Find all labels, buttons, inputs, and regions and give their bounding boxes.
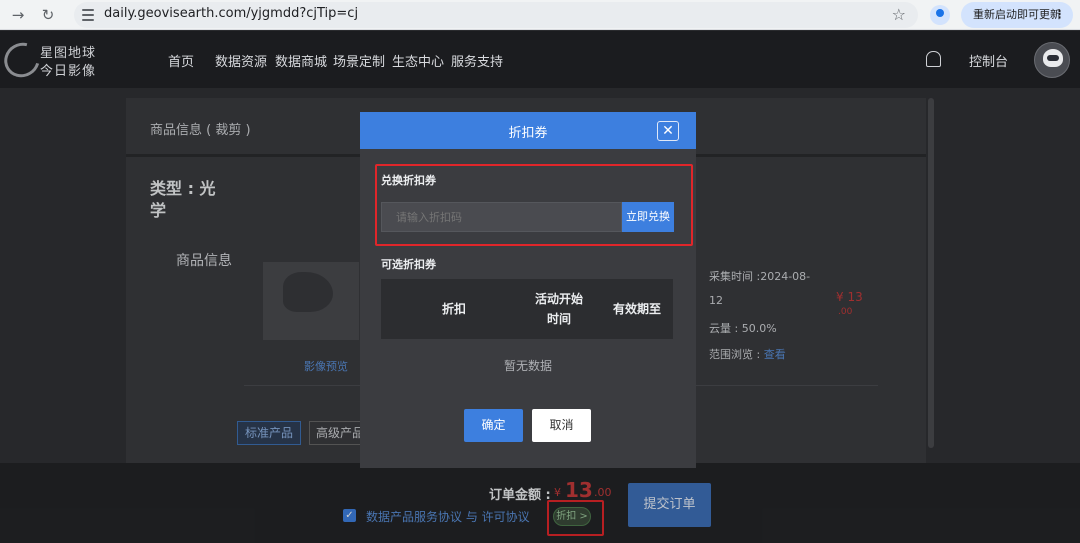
nav-ecosystem[interactable]: 生态中心 bbox=[392, 51, 444, 70]
address-bar[interactable]: daily.geovisearth.com/yjgmdd?cjTip=cj ☆ bbox=[74, 2, 918, 28]
console-link[interactable]: 控制台 bbox=[969, 51, 1008, 70]
logo-text-line2: 今日影像 bbox=[40, 64, 97, 79]
column-header-start-time: 活动开始时间 bbox=[534, 292, 583, 326]
update-button[interactable]: 重新启动即可更新 ⋮ bbox=[961, 2, 1073, 28]
reload-icon[interactable]: ↻ bbox=[38, 5, 58, 25]
close-icon[interactable]: ✕ bbox=[657, 121, 679, 141]
avatar[interactable] bbox=[1034, 42, 1070, 78]
confirm-button[interactable]: 确定 bbox=[464, 409, 523, 442]
forward-arrow-icon[interactable]: → bbox=[8, 5, 28, 25]
discount-modal: 折扣券 ✕ 兑换折扣券 立即兑换 可选折扣券 折扣 活动开始时间 有效期至 暂无… bbox=[360, 112, 696, 468]
browser-toolbar: → ↻ daily.geovisearth.com/yjgmdd?cjTip=c… bbox=[0, 0, 1080, 30]
column-header-discount: 折扣 bbox=[441, 302, 466, 316]
logo[interactable]: 星图地球 今日影像 bbox=[0, 36, 104, 84]
column-header-valid-until: 有效期至 bbox=[612, 302, 661, 316]
nav-data-mall[interactable]: 数据商城 bbox=[275, 51, 327, 70]
bookmark-star-icon[interactable]: ☆ bbox=[892, 5, 906, 24]
logo-text-line1: 星图地球 bbox=[40, 46, 97, 61]
more-menu-icon[interactable]: ⋮ bbox=[1054, 2, 1065, 28]
highlight-box bbox=[375, 164, 693, 246]
modal-header: 折扣券 ✕ bbox=[360, 112, 696, 149]
coupon-table-header: 折扣 活动开始时间 有效期至 bbox=[381, 279, 673, 339]
nav-scene-custom[interactable]: 场景定制 bbox=[333, 51, 385, 70]
cancel-button[interactable]: 取消 bbox=[532, 409, 591, 442]
bell-icon[interactable] bbox=[926, 51, 941, 67]
site-header: 星图地球 今日影像 首页 数据资源 数据商城 场景定制 生态中心 服务支持 控制… bbox=[0, 31, 1080, 88]
nav-support[interactable]: 服务支持 bbox=[451, 51, 503, 70]
url-text: daily.geovisearth.com/yjgmdd?cjTip=cj bbox=[104, 6, 359, 21]
profile-icon[interactable] bbox=[930, 5, 950, 25]
modal-title: 折扣券 bbox=[508, 126, 548, 141]
empty-state-text: 暂无数据 bbox=[503, 359, 552, 373]
nav-home[interactable]: 首页 bbox=[168, 51, 194, 70]
nav-data-resources[interactable]: 数据资源 bbox=[215, 51, 267, 70]
update-label: 重新启动即可更新 bbox=[973, 8, 1061, 21]
available-section-title: 可选折扣券 bbox=[381, 258, 436, 271]
site-settings-icon[interactable] bbox=[82, 9, 94, 21]
